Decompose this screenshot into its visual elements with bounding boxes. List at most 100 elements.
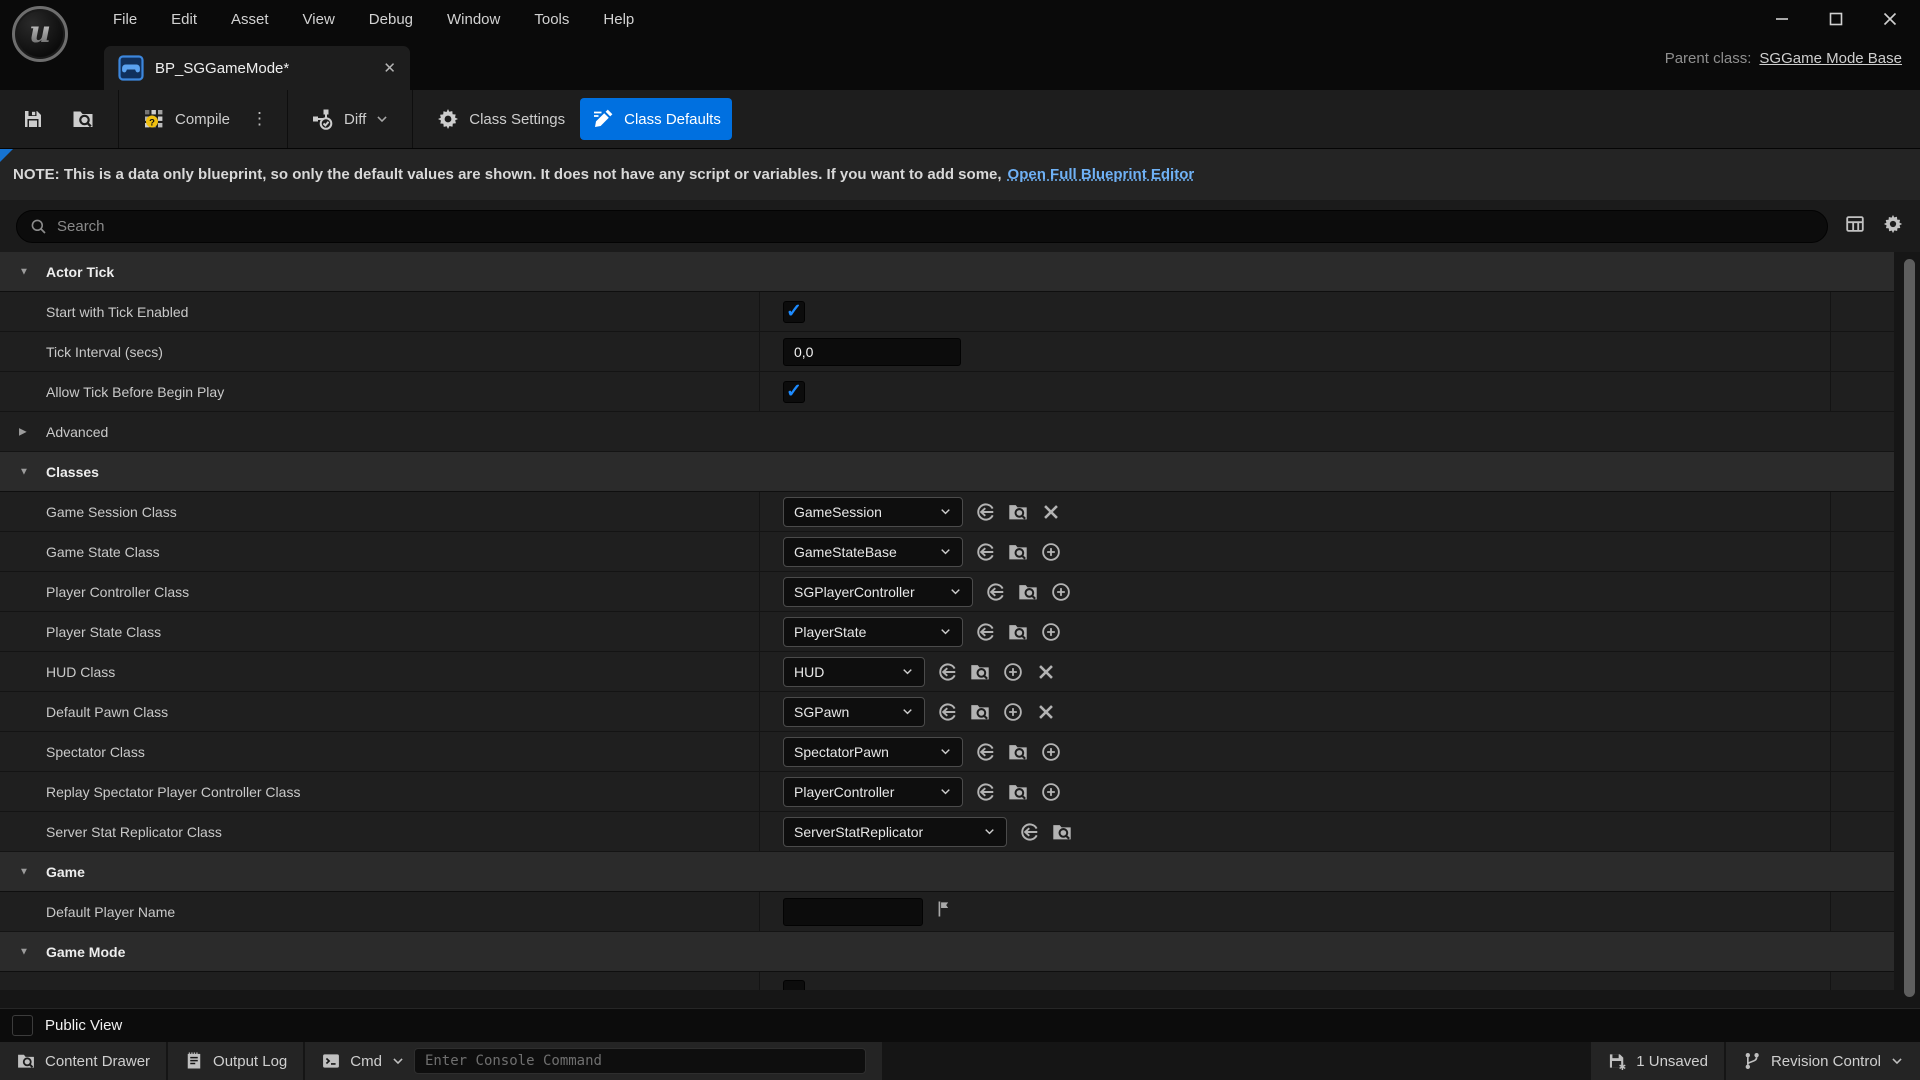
browse-to-asset-icon[interactable] [969,661,991,683]
browse-asset-button[interactable] [60,98,106,140]
use-selected-icon[interactable] [974,501,996,523]
category-actor-tick[interactable]: Actor Tick [0,252,1894,292]
search-icon [29,217,48,236]
menu-tools[interactable]: Tools [517,7,586,32]
start-with-tick-enabled-checkbox[interactable] [783,300,805,323]
clear-icon[interactable] [1035,701,1057,723]
flag-icon[interactable] [934,899,954,924]
public-view-bar: Public View [0,1008,1920,1042]
content-drawer-button[interactable]: Content Drawer [0,1042,167,1080]
minimize-icon[interactable] [1774,11,1790,27]
browse-to-asset-icon[interactable] [1007,501,1029,523]
menu-edit[interactable]: Edit [154,7,214,32]
add-icon[interactable] [1040,621,1062,643]
expand-arrow-icon[interactable] [19,266,29,277]
diff-icon [311,107,335,131]
expand-arrow-icon[interactable] [19,426,27,437]
public-view-checkbox[interactable] [12,1015,33,1036]
server-stat-replicator-class-dropdown[interactable]: ServerStatReplicator [783,816,1007,847]
add-icon[interactable] [1040,741,1062,763]
search-input[interactable] [57,217,1815,235]
menu-asset[interactable]: Asset [214,7,286,32]
use-selected-icon[interactable] [974,741,996,763]
class-settings-button[interactable]: Class Settings [425,98,576,140]
spectator-class-dropdown[interactable]: SpectatorPawn [783,736,963,767]
browse-to-asset-icon[interactable] [1007,741,1029,763]
maximize-icon[interactable] [1828,11,1844,27]
category-classes[interactable]: Classes [0,452,1894,492]
diff-button[interactable]: Diff [300,98,400,140]
advanced-expander[interactable]: Advanced [0,412,1894,452]
browse-to-asset-icon[interactable] [1007,781,1029,803]
clear-icon[interactable] [1040,501,1062,523]
gear-icon [436,107,460,131]
asset-tab[interactable]: BP_SGGameMode* ✕ [104,46,410,90]
property-row: Replay Spectator Player Controller Class… [0,772,1894,812]
cmd-label[interactable]: Cmd [350,1053,382,1070]
details-scrollbar[interactable] [1904,259,1915,997]
menu-debug[interactable]: Debug [352,7,430,32]
category-game-mode[interactable]: Game Mode [0,932,1894,972]
add-icon[interactable] [1040,781,1062,803]
search-box[interactable] [16,209,1828,243]
replay-spectator-player-controller-class-dropdown[interactable]: PlayerController [783,776,963,807]
use-selected-icon[interactable] [984,581,1006,603]
property-row: HUD Class HUD [0,652,1894,692]
default-pawn-class-dropdown[interactable]: SGPawn [783,696,925,727]
clear-icon[interactable] [1035,661,1057,683]
clipped-checkbox[interactable] [783,980,805,990]
category-game[interactable]: Game [0,852,1894,892]
tab-close-icon[interactable]: ✕ [383,59,396,77]
browse-to-asset-icon[interactable] [1007,541,1029,563]
browse-to-asset-icon[interactable] [1007,621,1029,643]
property-label: Player Controller Class [46,583,190,600]
menu-help[interactable]: Help [586,7,651,32]
use-selected-icon[interactable] [974,541,996,563]
hud-class-dropdown[interactable]: HUD [783,656,925,687]
player-controller-class-dropdown[interactable]: SGPlayerController [783,576,973,607]
unreal-engine-logo[interactable]: u [12,6,68,62]
details-settings-gear-icon[interactable] [1882,213,1904,240]
property-label: Default Pawn Class [46,703,169,720]
chevron-down-icon[interactable] [391,1054,405,1068]
property-label: Start with Tick Enabled [46,303,189,320]
menu-file[interactable]: File [96,7,154,32]
display-manager-icon[interactable] [1844,213,1866,240]
browse-to-asset-icon[interactable] [969,701,991,723]
menu-window[interactable]: Window [430,7,517,32]
menu-view[interactable]: View [286,7,352,32]
console-command-input[interactable] [413,1048,866,1074]
expand-arrow-icon[interactable] [19,466,29,477]
close-window-icon[interactable] [1882,11,1898,27]
add-icon[interactable] [1002,701,1024,723]
allow-tick-before-begin-play-checkbox[interactable] [783,380,805,403]
compile-options-menu[interactable]: ⋮ [245,109,275,129]
use-selected-icon[interactable] [936,661,958,683]
unsaved-button[interactable]: 1 Unsaved [1591,1042,1724,1080]
open-full-blueprint-editor-link[interactable]: Open Full Blueprint Editor [1008,166,1195,183]
class-defaults-button[interactable]: Class Defaults [580,98,732,140]
browse-to-asset-icon[interactable] [1017,581,1039,603]
expand-arrow-icon[interactable] [19,866,29,877]
parent-class-link[interactable]: SGGame Mode Base [1759,50,1902,67]
browse-to-asset-icon[interactable] [1051,821,1073,843]
blueprint-toolbar: Compile ⋮ Diff Class Settings Class Defa… [0,90,1920,148]
game-state-class-dropdown[interactable]: GameStateBase [783,536,963,567]
add-icon[interactable] [1040,541,1062,563]
player-state-class-dropdown[interactable]: PlayerState [783,616,963,647]
add-icon[interactable] [1050,581,1072,603]
use-selected-icon[interactable] [936,701,958,723]
use-selected-icon[interactable] [974,781,996,803]
add-icon[interactable] [1002,661,1024,683]
output-log-button[interactable]: Output Log [168,1042,304,1080]
expand-arrow-icon[interactable] [19,946,29,957]
compile-button[interactable]: Compile [131,98,241,140]
use-selected-icon[interactable] [1018,821,1040,843]
tick-interval-input[interactable] [783,337,961,366]
save-button[interactable] [10,98,56,140]
default-player-name-input[interactable] [783,897,923,926]
use-selected-icon[interactable] [974,621,996,643]
console-icon[interactable] [321,1051,341,1071]
game-session-class-dropdown[interactable]: GameSession [783,496,963,527]
revision-control-button[interactable]: Revision Control [1725,1042,1920,1080]
